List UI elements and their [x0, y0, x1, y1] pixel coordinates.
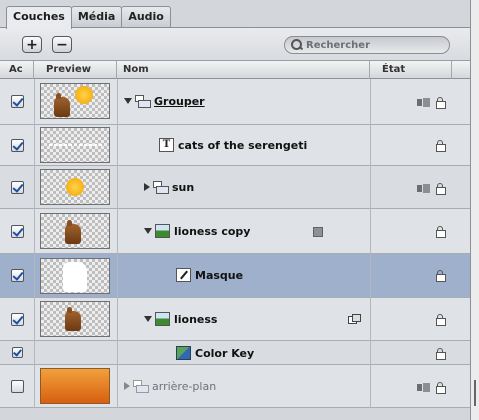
tab-layers[interactable]: Couches — [6, 6, 72, 29]
layer-thumbnail — [40, 169, 110, 205]
disclosure-closed-icon[interactable] — [144, 183, 150, 191]
column-preview[interactable]: Preview — [34, 61, 117, 79]
layer-label: sun — [172, 180, 195, 194]
disclosure-open-icon[interactable] — [144, 316, 152, 322]
layer-name[interactable]: Grouper — [124, 93, 205, 109]
visibility-checkbox[interactable] — [11, 269, 24, 282]
resize-grip[interactable] — [474, 380, 476, 406]
layer-row-text[interactable]: T cats of the serengeti — [0, 125, 470, 166]
lock-icon[interactable] — [436, 382, 446, 394]
group-icon — [135, 94, 151, 108]
add-layer-button[interactable]: + — [22, 36, 42, 53]
panel-edge — [470, 0, 479, 420]
layer-row-grouper[interactable]: Grouper — [0, 79, 470, 125]
layer-row-background[interactable]: arrière-plan — [0, 365, 470, 408]
disclosure-closed-icon[interactable] — [124, 382, 130, 390]
layer-label: arrière-plan — [152, 379, 217, 393]
cat-thumbnail-icon — [54, 93, 70, 117]
sun-thumbnail-icon — [66, 178, 84, 196]
layer-row-sun[interactable]: sun — [0, 166, 470, 209]
layer-thumbnail — [40, 213, 110, 249]
cat-thumbnail-icon — [65, 220, 81, 244]
sun-thumbnail-icon — [75, 86, 93, 104]
disclosure-open-icon[interactable] — [124, 98, 132, 104]
image-layer-icon — [155, 224, 170, 238]
layer-label: lioness — [174, 312, 218, 326]
search-field[interactable]: Rechercher — [284, 36, 450, 54]
layers-panel: Couches Média Audio + − Rechercher Ac Pr… — [0, 0, 470, 420]
layer-row-lioness-copy[interactable]: lioness copy — [0, 209, 470, 254]
layer-name[interactable]: sun — [144, 179, 194, 195]
visibility-checkbox[interactable] — [12, 347, 23, 358]
lock-icon[interactable] — [436, 348, 446, 360]
layer-thumbnail — [40, 83, 110, 119]
group-state-icon[interactable] — [417, 383, 430, 392]
layer-name[interactable]: T cats of the serengeti — [159, 137, 307, 153]
search-icon — [291, 39, 303, 51]
group-icon — [153, 180, 169, 194]
layer-row-color-key[interactable]: Color Key — [0, 341, 470, 365]
column-state[interactable]: État — [370, 61, 452, 79]
column-active[interactable]: Ac — [0, 61, 34, 79]
toolbar: + − Rechercher — [0, 28, 470, 60]
visibility-checkbox[interactable] — [11, 313, 24, 326]
lock-icon[interactable] — [436, 270, 446, 282]
lock-icon[interactable] — [436, 140, 446, 152]
layer-row-mask[interactable]: Masque — [0, 254, 470, 298]
layer-thumbnail — [40, 258, 110, 294]
column-divider — [117, 79, 118, 408]
visibility-checkbox[interactable] — [11, 380, 24, 393]
visibility-checkbox[interactable] — [11, 225, 24, 238]
tab-audio[interactable]: Audio — [121, 6, 171, 28]
text-layer-icon: T — [159, 138, 174, 152]
layer-row-lioness[interactable]: lioness — [0, 298, 470, 341]
filter-indicator-icon[interactable] — [348, 314, 361, 324]
group-icon — [133, 379, 149, 393]
cat-thumbnail-icon — [65, 307, 81, 331]
layer-label: Color Key — [195, 346, 255, 360]
tab-bar: Couches Média Audio — [6, 6, 171, 29]
mask-thumbnail-icon — [63, 262, 87, 292]
column-divider — [370, 79, 371, 408]
tab-media[interactable]: Média — [70, 6, 123, 28]
layer-label: lioness copy — [174, 224, 251, 238]
mask-indicator-icon[interactable] — [313, 227, 323, 237]
layer-thumbnail — [40, 301, 110, 337]
visibility-checkbox[interactable] — [11, 181, 24, 194]
layer-thumbnail — [40, 368, 110, 404]
visibility-checkbox[interactable] — [11, 95, 24, 108]
search-placeholder: Rechercher — [306, 39, 371, 51]
layer-name[interactable]: Masque — [176, 267, 243, 283]
filter-icon — [176, 346, 191, 360]
remove-layer-button[interactable]: − — [52, 36, 72, 53]
lock-icon[interactable] — [436, 314, 446, 326]
lock-icon[interactable] — [436, 97, 446, 109]
layer-thumbnail — [40, 127, 110, 163]
layer-label: Grouper — [154, 94, 205, 108]
layer-name[interactable]: lioness copy — [144, 223, 250, 239]
column-name[interactable]: Nom — [117, 61, 370, 79]
lock-icon[interactable] — [436, 226, 446, 238]
column-header: Ac Preview Nom État › — [0, 60, 470, 138]
lock-icon[interactable] — [436, 183, 446, 195]
group-state-icon[interactable] — [417, 184, 430, 193]
text-thumbnail-icon — [49, 144, 103, 146]
layer-label: Masque — [195, 268, 244, 282]
layer-name[interactable]: Color Key — [176, 345, 254, 361]
column-divider — [34, 79, 35, 408]
layer-name[interactable]: lioness — [144, 311, 217, 327]
visibility-checkbox[interactable] — [11, 139, 24, 152]
group-state-icon[interactable] — [417, 98, 430, 107]
layer-label: cats of the serengeti — [178, 138, 308, 152]
layer-name[interactable]: arrière-plan — [124, 378, 216, 394]
disclosure-open-icon[interactable] — [144, 228, 152, 234]
mask-layer-icon — [176, 268, 191, 282]
image-layer-icon — [155, 312, 170, 326]
